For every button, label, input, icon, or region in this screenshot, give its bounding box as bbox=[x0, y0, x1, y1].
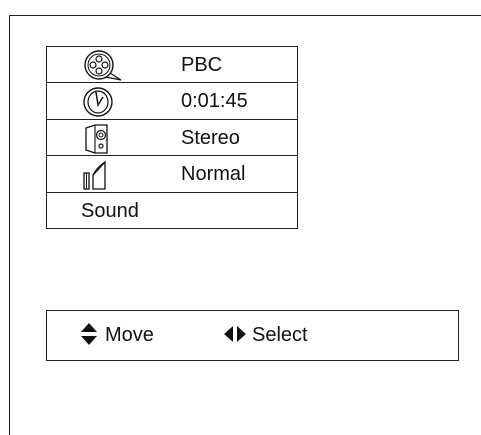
menu-item-audio[interactable]: Stereo bbox=[46, 118, 298, 156]
menu-item-sound[interactable]: Sound bbox=[46, 191, 298, 228]
menu-item-label: PBC bbox=[181, 54, 223, 76]
speaker-icon bbox=[47, 120, 155, 155]
osd-menu: PBC 0:01:45 Stereo Normal Sound bbox=[46, 46, 298, 229]
select-label: Select bbox=[252, 324, 308, 346]
film-reel-icon bbox=[47, 47, 155, 82]
select-hint: Select bbox=[224, 311, 308, 360]
surround-speaker-icon bbox=[47, 156, 155, 191]
menu-item-label: 0:01:45 bbox=[181, 90, 248, 113]
menu-item-label: Sound bbox=[81, 199, 139, 222]
navigation-hint-bar: Move Select bbox=[46, 310, 459, 361]
menu-item-label: Stereo bbox=[181, 126, 240, 149]
menu-item-pbc[interactable]: PBC bbox=[46, 46, 298, 83]
move-hint: Move bbox=[81, 311, 154, 360]
menu-item-label: Normal bbox=[181, 163, 246, 186]
menu-item-effect[interactable]: Normal bbox=[46, 155, 298, 192]
menu-item-time[interactable]: 0:01:45 bbox=[46, 82, 298, 119]
up-down-arrows-icon bbox=[81, 322, 97, 345]
move-label: Move bbox=[105, 324, 154, 346]
left-right-arrows-icon bbox=[224, 325, 246, 342]
clock-icon bbox=[47, 83, 155, 118]
